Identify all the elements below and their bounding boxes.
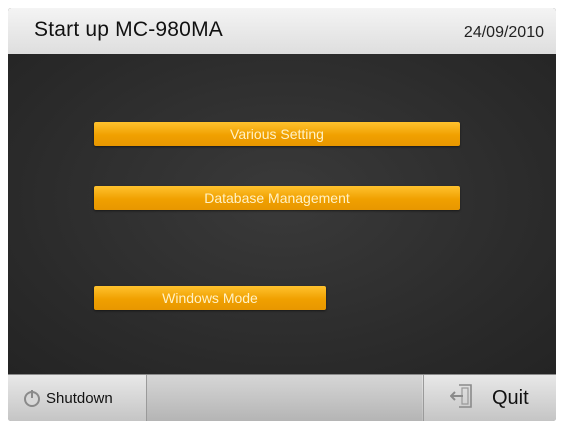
various-setting-button[interactable]: Various Setting: [94, 122, 460, 146]
database-management-button[interactable]: Database Management: [94, 186, 460, 210]
shutdown-button[interactable]: Shutdown: [8, 375, 147, 421]
header-bar: Start up MC-980MA 24/09/2010: [8, 8, 556, 55]
quit-button[interactable]: Quit: [423, 375, 556, 421]
power-icon: [24, 389, 40, 407]
windows-mode-button[interactable]: Windows Mode: [94, 286, 326, 310]
footer-spacer: [147, 375, 422, 421]
window-title: Start up MC-980MA: [34, 18, 223, 41]
date-display: 24/09/2010: [463, 24, 544, 41]
quit-label: Quit: [492, 387, 529, 409]
app-window: Start up MC-980MA 24/09/2010 Various Set…: [8, 8, 556, 421]
main-menu-area: Various Setting Database Management Wind…: [8, 54, 556, 374]
shutdown-label: Shutdown: [46, 390, 113, 407]
footer-bar: Shutdown Quit: [8, 374, 556, 421]
exit-door-icon: [449, 383, 478, 414]
